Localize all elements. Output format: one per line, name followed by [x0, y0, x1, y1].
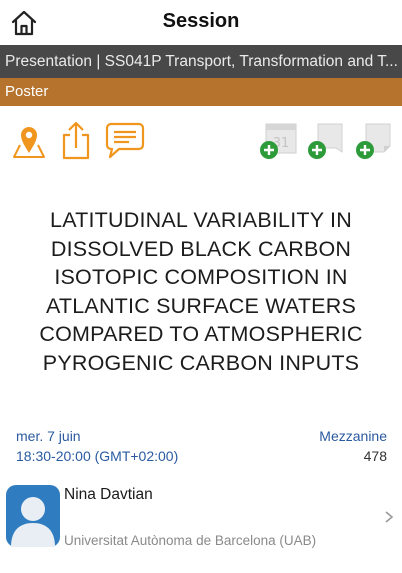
session-time: 18:30-20:00 (GMT+02:00) — [16, 448, 179, 464]
page-title: Session — [162, 10, 240, 32]
speaker-affiliation: Universitat Autònoma de Barcelona (UAB) — [64, 533, 317, 548]
share-button[interactable] — [60, 120, 92, 165]
presentation-bar[interactable]: Presentation | SS041P Transport, Transfo… — [0, 45, 402, 78]
speaker-details-chevron[interactable] — [384, 510, 394, 524]
map-pin-icon — [13, 127, 45, 158]
map-button[interactable] — [11, 121, 47, 164]
add-note-button[interactable] — [354, 122, 394, 165]
user-avatar-icon — [6, 485, 60, 547]
comment-icon — [105, 122, 145, 159]
poster-type-bar: Poster — [0, 78, 402, 106]
share-icon — [62, 121, 90, 160]
speaker-name[interactable]: Nina Davtian — [64, 486, 153, 504]
home-button[interactable] — [10, 9, 38, 37]
session-date: mer. 7 juin — [16, 428, 81, 444]
add-to-calendar-button[interactable]: 31 — [258, 122, 298, 165]
home-icon — [11, 10, 37, 36]
speaker-avatar[interactable] — [6, 485, 60, 547]
add-bookmark-button[interactable] — [306, 122, 346, 165]
session-room[interactable]: Mezzanine — [319, 428, 387, 444]
app-header: Session — [0, 0, 402, 45]
add-note-icon — [356, 123, 391, 159]
session-title: LATITUDINAL VARIABILITY IN DISSOLVED BLA… — [39, 208, 363, 375]
session-room-number: 478 — [363, 448, 387, 464]
add-bookmark-icon — [308, 123, 343, 159]
chevron-right-icon — [385, 511, 394, 523]
comment-button[interactable] — [105, 122, 145, 165]
add-calendar-icon: 31 — [260, 123, 297, 159]
